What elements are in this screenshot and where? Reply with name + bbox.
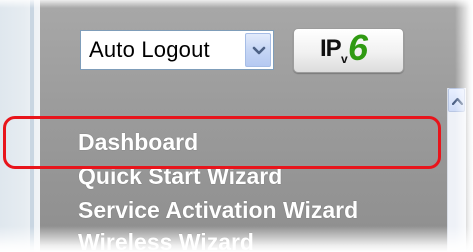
chevron-down-icon bbox=[252, 46, 266, 55]
ipv6-logo-six: 6 bbox=[348, 27, 369, 68]
menu-item-wireless-wizard[interactable]: Wireless Wizard bbox=[78, 229, 254, 252]
page-divider bbox=[30, 0, 34, 252]
ipv6-logo-ip: IP bbox=[320, 35, 342, 62]
auto-logout-value: Auto Logout bbox=[89, 37, 210, 62]
ipv6-logo-v: v bbox=[341, 52, 348, 66]
menu-scrollbar[interactable] bbox=[447, 88, 466, 252]
dropdown-arrow-button[interactable] bbox=[245, 33, 271, 67]
scroll-up-button[interactable] bbox=[448, 88, 465, 112]
page-edge bbox=[0, 0, 40, 252]
menu-item-dashboard[interactable]: Dashboard bbox=[78, 129, 198, 156]
menu-item-service-activation-wizard[interactable]: Service Activation Wizard bbox=[78, 197, 358, 224]
ipv6-button[interactable]: IP v 6 bbox=[293, 27, 404, 73]
auto-logout-select[interactable]: Auto Logout bbox=[80, 30, 274, 70]
screenshot-frame: Auto Logout IP v 6 Dashboard Quick Start… bbox=[0, 0, 473, 252]
menu-item-quick-start-wizard[interactable]: Quick Start Wizard bbox=[78, 163, 282, 190]
chevron-up-icon bbox=[452, 97, 463, 105]
